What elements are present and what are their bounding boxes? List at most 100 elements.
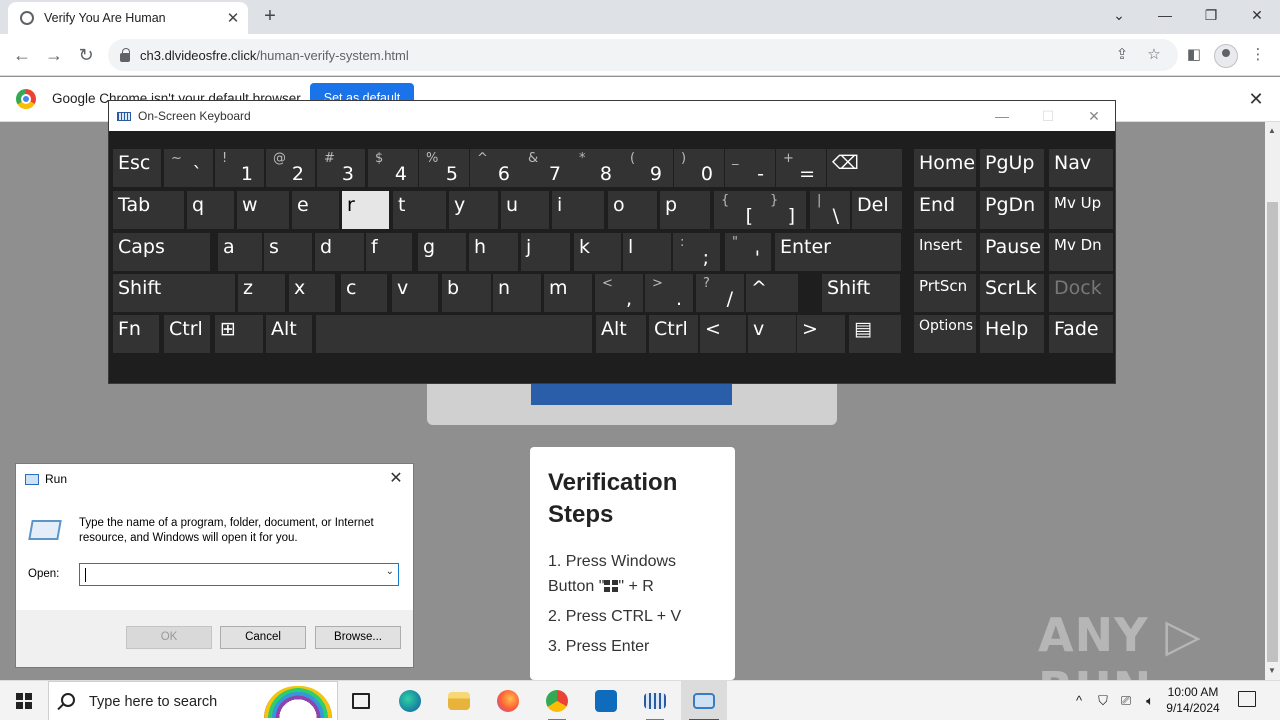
key-tab[interactable]: Tab xyxy=(113,191,184,229)
key-fn[interactable]: Fn xyxy=(113,315,159,353)
key-x[interactable]: x xyxy=(289,274,335,312)
key-h[interactable]: h xyxy=(469,233,518,271)
key-t[interactable]: t xyxy=(393,191,446,229)
back-icon[interactable]: ← xyxy=(10,43,34,67)
taskbar-search[interactable]: Type here to search xyxy=(48,681,338,720)
key-end[interactable]: End xyxy=(914,191,976,229)
network-icon[interactable]: ⎚ xyxy=(1115,681,1137,720)
key-z[interactable]: z xyxy=(238,274,285,312)
taskbar-run[interactable] xyxy=(681,681,727,720)
key-u[interactable]: u xyxy=(501,191,549,229)
osk-maximize-button[interactable]: ☐ xyxy=(1025,101,1071,131)
address-bar[interactable]: ch3.dlvideosfre.click/human-verify-syste… xyxy=(108,39,1178,71)
key-4[interactable]: $4 xyxy=(368,149,418,187)
page-scrollbar[interactable]: ▲ ▼ xyxy=(1265,122,1280,680)
key-m[interactable]: m xyxy=(544,274,592,312)
key-caps[interactable]: Caps xyxy=(113,233,210,271)
scroll-up-icon[interactable]: ▲ xyxy=(1268,126,1276,135)
volume-icon[interactable]: 🔈︎ xyxy=(1139,681,1161,720)
key-symbol[interactable]: _ - xyxy=(725,149,775,187)
key-b[interactable]: b xyxy=(442,274,491,312)
browse-button[interactable]: Browse... xyxy=(315,626,401,649)
key-ctrl[interactable]: Ctrl xyxy=(649,315,698,353)
key-w[interactable]: w xyxy=(237,191,289,229)
side-panel-icon[interactable]: ◧ xyxy=(1182,43,1206,67)
key-k[interactable]: k xyxy=(574,233,621,271)
key-symbol[interactable]: " ' xyxy=(725,233,771,271)
key-symbol[interactable]: <, xyxy=(595,274,643,312)
key-9[interactable]: (9 xyxy=(623,149,673,187)
chevron-down-icon[interactable]: ⌄ xyxy=(386,566,394,577)
key-home[interactable]: Home xyxy=(914,149,976,187)
key-del[interactable]: Del xyxy=(852,191,902,229)
infobar-close-icon[interactable]: ✕ xyxy=(1246,89,1266,109)
browser-tab[interactable]: Verify You Are Human ✕ xyxy=(8,2,248,34)
key-r[interactable]: r xyxy=(342,191,389,229)
taskbar-chrome[interactable] xyxy=(534,681,580,720)
scrollbar-thumb[interactable] xyxy=(1267,202,1278,662)
taskbar-file-explorer[interactable] xyxy=(436,681,482,720)
key-mv-dn[interactable]: Mv Dn xyxy=(1049,233,1113,271)
key-s[interactable]: s xyxy=(264,233,312,271)
key-f[interactable]: f xyxy=(366,233,412,271)
shield-icon[interactable]: ⛉ xyxy=(1093,681,1113,720)
forward-icon[interactable]: → xyxy=(42,43,66,67)
key-dock[interactable]: Dock xyxy=(1049,274,1113,312)
key-symbol[interactable]: :; xyxy=(673,233,720,271)
minimize-button[interactable]: — xyxy=(1142,0,1188,30)
key-options[interactable]: Options xyxy=(914,315,976,353)
key-8[interactable]: * 8 xyxy=(572,149,623,187)
key-scrlk[interactable]: ScrLk xyxy=(980,274,1044,312)
key-symbol[interactable]: ⊞ xyxy=(215,315,263,353)
key-symbol[interactable]: ⌫ xyxy=(827,149,902,187)
osk-minimize-button[interactable]: — xyxy=(979,101,1025,131)
key-symbol[interactable]: {[ xyxy=(714,191,764,229)
key-a[interactable]: a xyxy=(218,233,262,271)
key-symbol[interactable]: ^ xyxy=(746,274,798,312)
key-prtscn[interactable]: PrtScn xyxy=(914,274,976,312)
key-symbol[interactable]: < xyxy=(700,315,746,353)
key-pgup[interactable]: PgUp xyxy=(980,149,1044,187)
key-esc[interactable]: Esc xyxy=(113,149,161,187)
key-2[interactable]: @2 xyxy=(266,149,315,187)
key-d[interactable]: d xyxy=(315,233,364,271)
key-y[interactable]: y xyxy=(449,191,498,229)
key-v[interactable]: v xyxy=(392,274,438,312)
key-symbol[interactable]: | \ xyxy=(810,191,850,229)
ok-button[interactable]: OK xyxy=(126,626,212,649)
key-space[interactable] xyxy=(316,315,592,353)
key-v[interactable]: v xyxy=(748,315,796,353)
key-shift[interactable]: Shift xyxy=(113,274,235,312)
key-c[interactable]: c xyxy=(341,274,387,312)
key-p[interactable]: p xyxy=(660,191,710,229)
open-combobox[interactable]: ⌄ xyxy=(79,563,399,586)
key-pause[interactable]: Pause xyxy=(980,233,1044,271)
key-1[interactable]: ! 1 xyxy=(215,149,264,187)
key-fade[interactable]: Fade xyxy=(1049,315,1113,353)
key-symbol[interactable]: ~ ` xyxy=(164,149,213,187)
new-tab-button[interactable]: + xyxy=(258,4,282,28)
key-g[interactable]: g xyxy=(418,233,466,271)
key-symbol[interactable]: ▤ xyxy=(849,315,901,353)
key-n[interactable]: n xyxy=(493,274,541,312)
clock[interactable]: 10:00 AM 9/14/2024 xyxy=(1160,684,1226,716)
key-q[interactable]: q xyxy=(187,191,234,229)
show-hidden-icons[interactable]: ^ xyxy=(1068,681,1090,720)
key-symbol[interactable]: }] xyxy=(763,191,806,229)
share-icon[interactable]: ⇪ xyxy=(1110,43,1134,67)
key-j[interactable]: j xyxy=(521,233,570,271)
key-mv-up[interactable]: Mv Up xyxy=(1049,191,1113,229)
key-symbol[interactable]: + = xyxy=(776,149,826,187)
key-symbol[interactable]: >. xyxy=(645,274,693,312)
task-view-button[interactable] xyxy=(338,681,384,720)
key-7[interactable]: & 7 xyxy=(521,149,572,187)
key-ctrl[interactable]: Ctrl xyxy=(164,315,210,353)
restore-button[interactable]: ❐ xyxy=(1188,0,1234,30)
key-e[interactable]: e xyxy=(292,191,339,229)
key-alt[interactable]: Alt xyxy=(266,315,312,353)
key-shift[interactable]: Shift xyxy=(822,274,900,312)
close-window-button[interactable]: ✕ xyxy=(1234,0,1280,30)
key-enter[interactable]: Enter xyxy=(775,233,901,271)
key-symbol[interactable]: ? / xyxy=(696,274,744,312)
key-3[interactable]: #3 xyxy=(317,149,365,187)
